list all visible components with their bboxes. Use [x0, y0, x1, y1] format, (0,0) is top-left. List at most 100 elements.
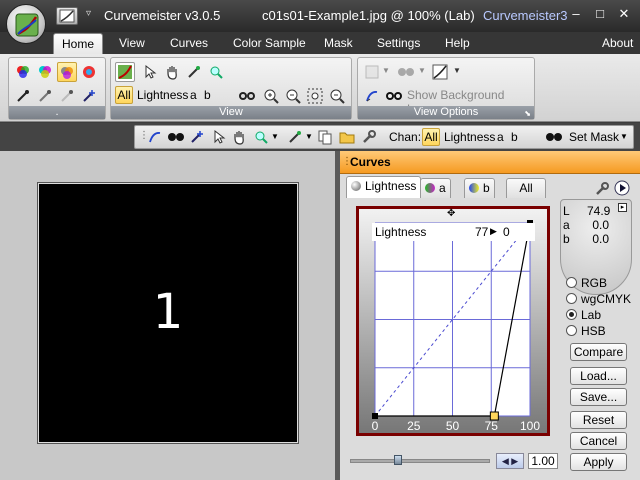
- view-channel-a[interactable]: a: [190, 88, 197, 102]
- quick-access-button[interactable]: [56, 7, 78, 25]
- zoom-search-icon[interactable]: [253, 129, 269, 148]
- wrench-settings-icon[interactable]: [594, 181, 610, 200]
- eyedropper-black-icon[interactable]: [13, 86, 33, 106]
- about-link[interactable]: About: [602, 36, 633, 50]
- image-canvas[interactable]: 1: [0, 151, 335, 480]
- mask-goggles-icon[interactable]: [167, 129, 185, 148]
- graph-drag-handle-icon[interactable]: ✥: [447, 208, 455, 219]
- chan-a[interactable]: a: [497, 130, 504, 144]
- chan-b[interactable]: b: [511, 130, 518, 144]
- zoom-search-icon[interactable]: [206, 62, 226, 82]
- tab-view[interactable]: View: [119, 36, 145, 50]
- hand-pan-icon[interactable]: [231, 129, 247, 148]
- tab-color-sample[interactable]: Color Sample: [233, 36, 306, 50]
- zoom-value[interactable]: 1.00: [528, 453, 558, 469]
- curve-point[interactable]: [372, 413, 378, 419]
- view-group-label: View: [111, 106, 351, 119]
- curves-tab-lightness[interactable]: Lightness: [346, 176, 422, 198]
- radio-circle[interactable]: [566, 309, 577, 320]
- cmyk-circles-icon[interactable]: [35, 62, 55, 82]
- pointer-arrow-icon[interactable]: [211, 129, 227, 148]
- curve-pen-icon[interactable]: [147, 129, 163, 148]
- maximize-button[interactable]: □: [592, 6, 608, 22]
- tab-settings[interactable]: Settings: [377, 36, 420, 50]
- mode-radio-rgb[interactable]: RGB: [566, 276, 607, 290]
- tab-help[interactable]: Help: [445, 36, 470, 50]
- play-arrow-icon[interactable]: [614, 180, 630, 199]
- eyedropper-icon[interactable]: [287, 129, 303, 148]
- rgb-circles-icon[interactable]: [13, 62, 33, 82]
- set-mask-dropdown-icon[interactable]: ▼: [620, 132, 628, 141]
- mode-radio-lab[interactable]: Lab: [566, 308, 601, 322]
- point-output-value: 0: [503, 225, 510, 239]
- zoom-actual-icon[interactable]: [327, 86, 347, 106]
- load-button[interactable]: Load...: [570, 367, 627, 385]
- mode-radio-hsb[interactable]: HSB: [566, 324, 606, 338]
- zoom-fit-icon[interactable]: [305, 86, 325, 106]
- tab-curves[interactable]: Curves: [170, 36, 208, 50]
- copy-icon[interactable]: [317, 129, 333, 148]
- chan-all-button[interactable]: All: [422, 128, 440, 146]
- set-mask-button[interactable]: Set Mask: [569, 130, 619, 144]
- view-channel-lightness[interactable]: Lightness: [137, 88, 188, 102]
- radio-circle[interactable]: [566, 293, 577, 304]
- radio-circle[interactable]: [566, 277, 577, 288]
- readout-expand-icon[interactable]: ▸: [618, 203, 627, 212]
- tab-home[interactable]: Home: [53, 33, 104, 55]
- zoom-out-icon[interactable]: [283, 86, 303, 106]
- eyedropper-white-icon[interactable]: [57, 86, 77, 106]
- cancel-button[interactable]: Cancel: [570, 432, 627, 450]
- apply-button[interactable]: Apply: [570, 453, 627, 471]
- close-button[interactable]: ✕: [616, 6, 632, 22]
- mask-dim-icon[interactable]: [396, 62, 416, 82]
- wrench-icon[interactable]: [361, 129, 377, 148]
- sample-add-icon[interactable]: [79, 86, 99, 106]
- pointer-arrow-icon[interactable]: [140, 62, 160, 82]
- layer-dropdown-icon[interactable]: ▼: [382, 66, 390, 75]
- zoom-spinner[interactable]: ◀ ▶: [496, 453, 524, 469]
- curve-display-icon[interactable]: [430, 62, 450, 82]
- curves-tab-all[interactable]: All: [506, 178, 546, 198]
- save-button[interactable]: Save...: [570, 388, 627, 406]
- mask-dropdown-icon[interactable]: ▼: [418, 66, 426, 75]
- image-preview[interactable]: 1: [37, 182, 299, 444]
- zoom-dropdown-icon[interactable]: ▼: [271, 132, 279, 141]
- view-channel-all-button[interactable]: All: [115, 86, 133, 104]
- mode-radio-wgcmyk[interactable]: wgCMYK: [566, 292, 631, 306]
- curves-panel-header: ⋮ Curves: [340, 151, 640, 174]
- eyedropper-icon[interactable]: [184, 62, 204, 82]
- lab-circles-icon[interactable]: [57, 62, 77, 82]
- radio-label: wgCMYK: [581, 292, 632, 306]
- zoom-slider-track[interactable]: [350, 459, 490, 463]
- chan-lightness[interactable]: Lightness: [444, 130, 495, 144]
- compare-button[interactable]: Compare: [570, 343, 627, 361]
- ribbon-group-colors: .: [8, 57, 106, 120]
- radio-circle[interactable]: [566, 325, 577, 336]
- eyedropper-dropdown-icon[interactable]: ▼: [305, 132, 313, 141]
- curve-display-dropdown-icon[interactable]: ▼: [453, 66, 461, 75]
- reset-button[interactable]: Reset: [570, 411, 627, 429]
- mask-goggles-icon[interactable]: [384, 86, 404, 106]
- zoom-in-icon[interactable]: [261, 86, 281, 106]
- tab-mask[interactable]: Mask: [324, 36, 353, 50]
- curve-graph[interactable]: 0 25 50 75 100 ✥ Lightness 77 ▶ 0: [356, 206, 550, 436]
- curves-tab-a[interactable]: a: [420, 178, 451, 198]
- eyedropper-gray-icon[interactable]: [35, 86, 55, 106]
- layer-square-icon[interactable]: [362, 62, 382, 82]
- set-mask-goggles-icon[interactable]: [545, 129, 563, 148]
- hsb-circles-icon[interactable]: [79, 62, 99, 82]
- curve-graph-svg[interactable]: 0 25 50 75 100: [359, 209, 547, 433]
- curves-view-icon[interactable]: [115, 62, 135, 82]
- minimize-button[interactable]: –: [568, 6, 584, 22]
- mask-glasses-icon[interactable]: [237, 86, 257, 106]
- curve-pen-icon[interactable]: [362, 86, 382, 106]
- curves-tab-b[interactable]: b: [464, 178, 495, 198]
- sample-add-icon[interactable]: [189, 129, 205, 148]
- app-menu-orb[interactable]: [6, 4, 46, 44]
- zoom-slider-thumb[interactable]: [394, 455, 402, 465]
- view-channel-b[interactable]: b: [204, 88, 211, 102]
- hand-pan-icon[interactable]: [162, 62, 182, 82]
- quick-access-dropdown-icon[interactable]: ▿: [86, 8, 91, 19]
- dialog-launcher-icon[interactable]: ⬊: [524, 109, 531, 118]
- folder-icon[interactable]: [339, 129, 355, 148]
